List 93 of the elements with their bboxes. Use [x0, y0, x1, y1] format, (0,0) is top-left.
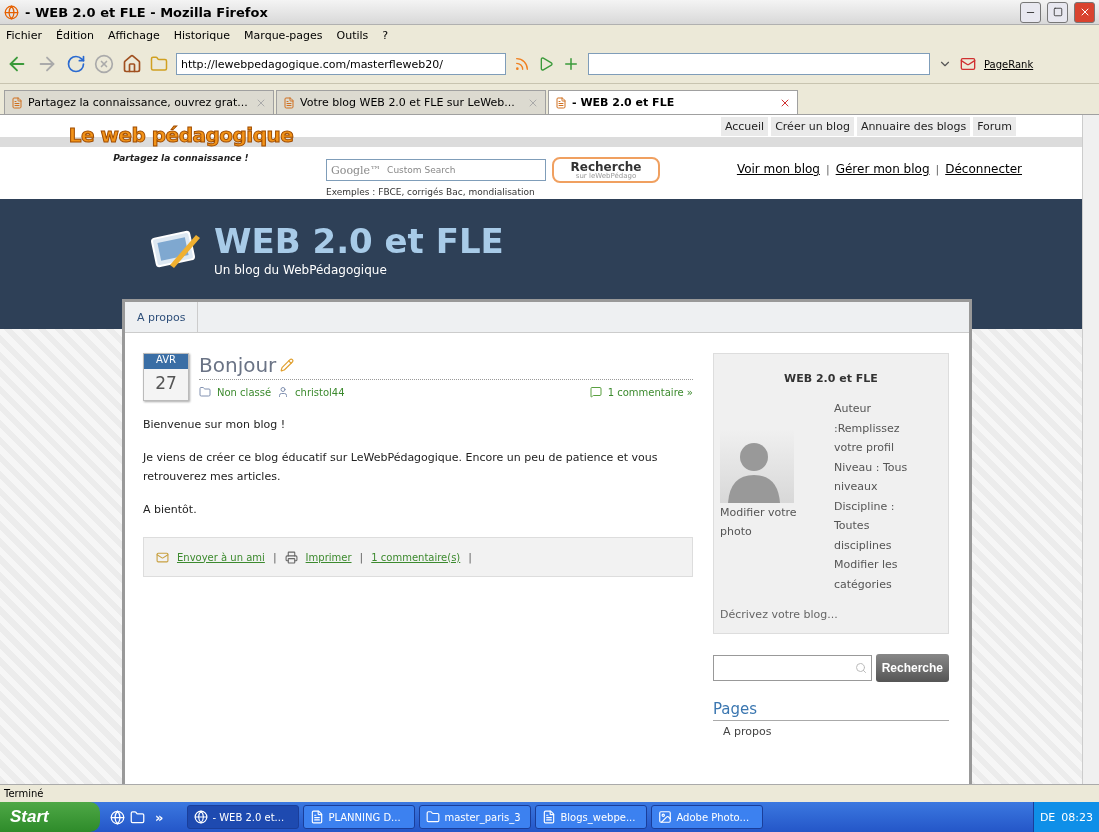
- reload-icon[interactable]: [66, 54, 86, 74]
- photo-link[interactable]: Modifier votre photo: [720, 503, 828, 541]
- category-link[interactable]: Non classé: [217, 386, 272, 398]
- minimize-button[interactable]: [1020, 1, 1041, 23]
- user-link[interactable]: Gérer mon blog: [835, 162, 930, 176]
- menu-item[interactable]: Historique: [173, 28, 231, 42]
- menu-item[interactable]: Marque-pages: [244, 28, 323, 42]
- pages-heading: Pages: [713, 700, 949, 721]
- envelope-icon: [156, 550, 169, 564]
- page-icon: [283, 96, 295, 109]
- rss-icon[interactable]: [514, 56, 530, 72]
- app-icon: [310, 810, 325, 824]
- more-icon[interactable]: »: [155, 809, 164, 825]
- blog-subtitle: Un blog du WebPédagogique: [214, 263, 388, 277]
- separator: |: [935, 162, 940, 176]
- separator: |: [359, 550, 364, 564]
- nav-link[interactable]: A propos: [125, 302, 199, 332]
- menu-item[interactable]: Outils: [336, 28, 369, 42]
- menu-item[interactable]: Affichage: [108, 28, 160, 42]
- blog-title: WEB 2.0 et FLE: [214, 221, 504, 261]
- action-link[interactable]: 1 commentaire(s): [371, 551, 461, 563]
- tagline: Partagez la connaissance !: [113, 153, 249, 163]
- search-field[interactable]: [588, 53, 930, 75]
- search-button[interactable]: Recherche: [875, 654, 949, 682]
- app-icon: [542, 810, 557, 824]
- separator: |: [825, 162, 830, 176]
- stop-icon[interactable]: [94, 54, 114, 74]
- browser-tab[interactable]: Partagez la connaissance, ouvrez grat...: [4, 90, 274, 114]
- mail-icon[interactable]: [960, 56, 976, 72]
- user-icon: [277, 386, 290, 398]
- user-link[interactable]: Déconnecter: [945, 162, 1022, 176]
- add-icon[interactable]: [562, 55, 580, 73]
- printer-icon: [284, 550, 298, 564]
- taskbar-button[interactable]: - WEB 2.0 et...: [187, 805, 300, 829]
- top-nav-link[interactable]: Forum: [973, 117, 1016, 136]
- scrollbar[interactable]: [1082, 115, 1099, 784]
- browser-icon: [4, 4, 19, 20]
- close-button[interactable]: [1074, 1, 1095, 23]
- page-link[interactable]: A propos: [713, 721, 949, 742]
- restore-icon: [1052, 7, 1063, 17]
- comment-icon: [589, 386, 602, 398]
- pagerank-label[interactable]: PageRank: [984, 58, 1034, 70]
- app-icon: [658, 810, 673, 824]
- post-paragraph: A bientôt.: [143, 502, 198, 518]
- restore-button[interactable]: [1047, 1, 1068, 23]
- search-field[interactable]: Google™ Custom Search: [326, 159, 546, 181]
- profile-info[interactable]: Auteur :Remplissez votre profil: [834, 399, 930, 458]
- post-paragraph: Bienvenue sur mon blog !: [143, 417, 287, 433]
- user-link[interactable]: Voir mon blog: [736, 162, 820, 176]
- taskbar-button[interactable]: Adobe Photo...: [651, 805, 764, 829]
- clock: 08:23: [1061, 810, 1093, 824]
- card-title: WEB 2.0 et FLE: [783, 372, 879, 385]
- top-nav-link[interactable]: Accueil: [720, 117, 769, 136]
- pencil-icon[interactable]: [280, 358, 295, 372]
- action-link[interactable]: Envoyer à un ami: [177, 551, 265, 563]
- profile-info[interactable]: Niveau : Tous niveaux: [834, 457, 930, 497]
- author-link[interactable]: christol44: [295, 386, 345, 398]
- blog-description-link[interactable]: Décrivez votre blog...: [720, 608, 942, 621]
- action-link[interactable]: Imprimer: [305, 551, 352, 563]
- profile-info[interactable]: Modifier les catégories: [834, 555, 930, 594]
- folder-icon[interactable]: [130, 809, 145, 825]
- menu-item[interactable]: Fichier: [6, 28, 42, 42]
- folder-icon: [199, 386, 211, 398]
- taskbar-button[interactable]: Blogs_webpe...: [535, 805, 648, 829]
- taskbar-button[interactable]: master_paris_3: [419, 805, 532, 829]
- menu-item[interactable]: Édition: [55, 28, 94, 42]
- search-field[interactable]: [713, 655, 872, 681]
- home-icon[interactable]: [122, 54, 142, 74]
- taskbar-button[interactable]: PLANNING D...: [303, 805, 416, 829]
- app-icon: [426, 810, 441, 824]
- browser-tab[interactable]: Votre blog WEB 2.0 et FLE sur LeWeb...: [276, 90, 546, 114]
- globe-icon[interactable]: [110, 809, 125, 825]
- separator: |: [468, 550, 472, 564]
- separator: |: [272, 550, 277, 564]
- date-badge: AVR 27: [143, 353, 189, 401]
- menu-item[interactable]: ?: [382, 28, 389, 42]
- start-button[interactable]: Start: [0, 802, 100, 832]
- profile-info[interactable]: Discipline : Toutes disciplines: [834, 496, 930, 555]
- post-paragraph: Je viens de créer ce blog éducatif sur LeWebPédagogique. Encore un peu de patience et vous retrouverez mes articles.: [143, 450, 659, 485]
- go-icon[interactable]: [538, 56, 554, 72]
- window-title: - WEB 2.0 et FLE - Mozilla Firefox: [25, 4, 269, 20]
- status-text: Terminé: [4, 788, 44, 799]
- search-examples: Exemples : FBCE, corrigés Bac, mondialisation: [326, 187, 536, 197]
- comments-link[interactable]: 1 commentaire »: [607, 386, 693, 398]
- browser-tab[interactable]: - WEB 2.0 et FLE: [548, 90, 798, 114]
- search-icon: [854, 662, 867, 674]
- address-field[interactable]: http://lewebpedagogique.com/masterfleweb20/: [176, 53, 506, 75]
- page-icon: [11, 96, 23, 109]
- top-nav-link[interactable]: Annuaire des blogs: [856, 117, 971, 136]
- top-nav-link[interactable]: Créer un blog: [771, 117, 854, 136]
- app-icon: [194, 810, 209, 824]
- post-title[interactable]: Bonjour: [199, 353, 277, 377]
- page-icon: [555, 96, 567, 109]
